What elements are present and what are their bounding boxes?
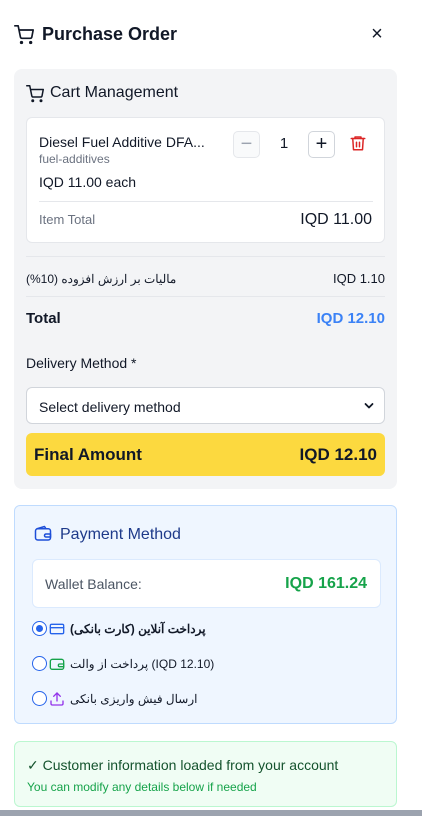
page-header: Purchase Order ×: [0, 0, 422, 70]
vat-value: IQD 1.10: [332, 271, 385, 286]
item-total-label: Item Total: [39, 212, 96, 227]
divider: [39, 201, 373, 202]
wallet-balance-label: Wallet Balance:: [45, 576, 142, 592]
scroll-edge: [0, 810, 422, 816]
radio-button[interactable]: [32, 691, 47, 706]
delivery-method-label: Delivery Method *: [26, 355, 137, 371]
cart-icon: [26, 85, 44, 103]
notice-title: ✓ Customer information loaded from your …: [27, 757, 339, 773]
customer-info-notice: ✓ Customer information loaded from your …: [14, 741, 397, 807]
total-value: IQD 12.10: [316, 310, 385, 327]
cart-icon: [14, 25, 34, 45]
page-title: Purchase Order: [42, 24, 178, 44]
vat-label: مالیات بر ارزش افزوده (10%): [26, 272, 177, 286]
final-amount-label: Final Amount: [34, 445, 142, 464]
final-amount-value: IQD 12.10: [299, 445, 378, 464]
radio-button[interactable]: [32, 656, 47, 671]
delivery-method-select[interactable]: Select delivery method: [26, 387, 385, 424]
divider: [26, 256, 385, 257]
divider: [26, 296, 385, 297]
total-label: Total: [26, 310, 61, 327]
payment-option-wallet[interactable]: پرداخت از والت (IQD 12.10): [32, 654, 372, 674]
wallet-balance-value: IQD 161.24: [285, 575, 367, 592]
close-icon: ×: [371, 23, 383, 45]
credit-card-icon: [49, 623, 65, 635]
payment-method-panel: Payment Method Wallet Balance: IQD 161.2…: [14, 505, 397, 724]
delivery-method-selected: Select delivery method: [39, 399, 181, 415]
increase-quantity-button[interactable]: +: [308, 131, 335, 158]
close-button[interactable]: ×: [369, 23, 385, 45]
upload-icon: [50, 692, 64, 706]
section-title: Payment Method: [60, 526, 181, 543]
section-title: Cart Management: [50, 84, 179, 101]
notice-subtitle: You can modify any details below if need…: [27, 780, 257, 794]
decrease-quantity-button[interactable]: −: [233, 131, 260, 158]
wallet-icon: [34, 525, 52, 541]
quantity-value: 1: [279, 135, 289, 152]
item-total-value: IQD 11.00: [300, 211, 372, 228]
item-price: IQD 11.00 each: [39, 174, 137, 190]
cart-management-panel: Cart Management Diesel Fuel Additive DFA…: [14, 69, 397, 489]
item-name: Diesel Fuel Additive DFA...: [39, 134, 205, 150]
wallet-icon: [49, 658, 65, 670]
item-category: fuel-additives: [39, 152, 110, 166]
payment-option-bank-receipt[interactable]: ارسال فیش واریزی بانکی: [32, 689, 372, 709]
wallet-balance-box: Wallet Balance: IQD 161.24: [32, 559, 381, 608]
payment-option-online[interactable]: پرداخت آنلاین (کارت بانکی): [32, 619, 372, 639]
payment-option-label: ارسال فیش واریزی بانکی: [70, 692, 198, 706]
payment-option-label: پرداخت آنلاین (کارت بانکی): [70, 622, 206, 636]
final-amount-bar: Final Amount IQD 12.10: [26, 433, 385, 476]
radio-button[interactable]: [32, 621, 47, 636]
cart-item: Diesel Fuel Additive DFA... fuel-additiv…: [26, 117, 385, 243]
payment-option-label: پرداخت از والت (IQD 12.10): [70, 657, 215, 671]
chevron-down-icon: [364, 403, 374, 409]
trash-icon[interactable]: [349, 134, 367, 152]
